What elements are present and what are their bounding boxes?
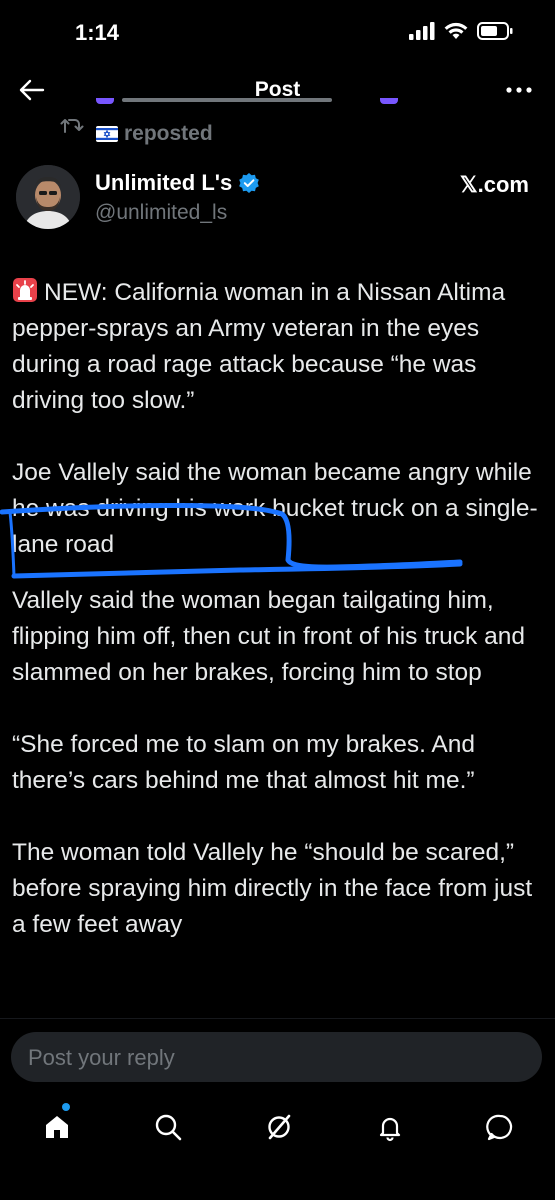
post-paragraph: The woman told Vallely he “should be sca… [12, 839, 533, 938]
author-handle[interactable]: @unlimited_ls [95, 201, 227, 225]
status-bar: 1:14 [0, 0, 555, 62]
tab-home[interactable] [37, 1107, 77, 1147]
badge-icon [380, 98, 398, 104]
repost-cut-off-line [96, 98, 476, 114]
battery-icon [477, 22, 513, 40]
source-label[interactable]: 𝕏.com [460, 172, 529, 198]
post-paragraph-highlighted: Joe Vallely said the woman became angry … [12, 459, 538, 558]
badge-icon [96, 98, 114, 104]
signal-icon [409, 22, 435, 40]
reply-input[interactable]: Post your reply [11, 1032, 542, 1082]
home-icon [46, 1116, 68, 1138]
tab-grok[interactable] [259, 1107, 299, 1147]
repost-icon [60, 119, 84, 133]
search-icon [155, 1114, 182, 1141]
bell-icon [379, 1117, 401, 1142]
author-name[interactable]: Unlimited L's [95, 170, 232, 196]
avatar-image [16, 165, 80, 229]
post-body: NEW: California woman in a Nissan Altima… [12, 275, 547, 979]
message-icon [486, 1114, 513, 1141]
post-paragraph: “She forced me to slam on my brakes. And… [12, 731, 475, 794]
tab-notifications[interactable] [370, 1107, 410, 1147]
israel-flag-icon [96, 126, 118, 142]
divider [0, 1018, 555, 1019]
tab-messages[interactable] [480, 1107, 520, 1147]
more-horizontal-icon [506, 87, 532, 93]
reply-placeholder: Post your reply [28, 1045, 175, 1070]
bottom-tab-bar [0, 1095, 555, 1155]
post-paragraph-text: NEW: California woman in a Nissan Altima… [12, 279, 506, 414]
siren-icon [13, 278, 37, 302]
post-paragraph: Vallely said the woman began tailgating … [12, 587, 525, 686]
status-icons [409, 22, 513, 40]
grok-icon [268, 1114, 291, 1140]
status-time: 1:14 [75, 20, 120, 45]
avatar[interactable] [16, 165, 80, 229]
tab-search[interactable] [148, 1107, 188, 1147]
repost-label: reposted [124, 122, 213, 145]
wifi-icon [444, 22, 468, 39]
post-paragraph: NEW: California woman in a Nissan Altima… [12, 275, 547, 419]
author-name-row[interactable]: Unlimited L's [95, 170, 260, 196]
repost-label-row: reposted [96, 122, 213, 146]
verified-badge-icon [239, 173, 260, 193]
cut-off-name [122, 98, 332, 102]
more-button[interactable] [501, 72, 537, 108]
repost-indicator[interactable]: reposted [60, 98, 480, 152]
